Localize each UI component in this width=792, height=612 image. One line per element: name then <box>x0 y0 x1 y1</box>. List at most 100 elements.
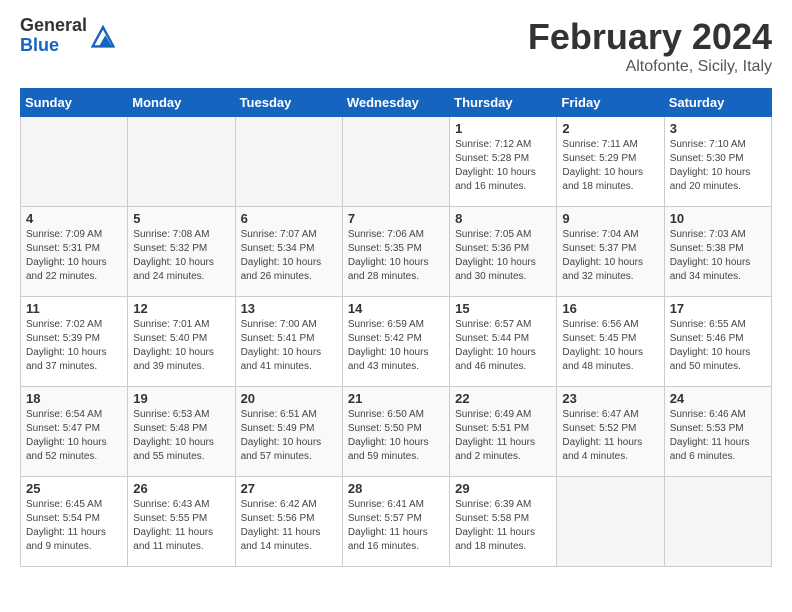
calendar-cell: 6Sunrise: 7:07 AM Sunset: 5:34 PM Daylig… <box>235 207 342 297</box>
day-info: Sunrise: 7:05 AM Sunset: 5:36 PM Dayligh… <box>455 228 551 284</box>
calendar-cell: 1 Sunrise: 7:12 AM Sunset: 5:28 PM Daylig… <box>450 117 557 207</box>
col-header-friday: Friday <box>557 89 664 117</box>
day-info: Sunrise: 6:56 AM Sunset: 5:45 PM Dayligh… <box>562 318 658 374</box>
day-info: Sunrise: 7:10 AM Sunset: 5:30 PM Dayligh… <box>670 138 766 194</box>
day-number: 1 <box>455 121 551 136</box>
day-info: Sunrise: 6:41 AM Sunset: 5:57 PM Dayligh… <box>348 498 444 554</box>
calendar-cell: 11 Sunrise: 7:02 AM Sunset: 5:39 PM Dayli… <box>21 297 128 387</box>
calendar-cell: 20 Sunrise: 6:51 AM Sunset: 5:49 PM Dayli… <box>235 387 342 477</box>
day-info: Sunrise: 6:53 AM Sunset: 5:48 PM Dayligh… <box>133 408 229 464</box>
calendar-cell: 5 Sunrise: 7:08 AM Sunset: 5:32 PM Daylig… <box>128 207 235 297</box>
logo-line1: General <box>20 16 87 36</box>
day-number: 12 <box>133 301 229 316</box>
day-number: 7 <box>348 211 444 226</box>
calendar-cell: 19 Sunrise: 6:53 AM Sunset: 5:48 PM Dayli… <box>128 387 235 477</box>
day-number: 25 <box>26 481 122 496</box>
day-info: Sunrise: 7:01 AM Sunset: 5:40 PM Dayligh… <box>133 318 229 374</box>
day-info: Sunrise: 7:08 AM Sunset: 5:32 PM Dayligh… <box>133 228 229 284</box>
day-info: Sunrise: 6:50 AM Sunset: 5:50 PM Dayligh… <box>348 408 444 464</box>
calendar-cell: 22 Sunrise: 6:49 AM Sunset: 5:51 PM Dayli… <box>450 387 557 477</box>
logo: General Blue <box>20 16 115 56</box>
day-number: 21 <box>348 391 444 406</box>
week-row-5: 25 Sunrise: 6:45 AM Sunset: 5:54 PM Dayli… <box>21 477 772 567</box>
day-number: 19 <box>133 391 229 406</box>
week-row-4: 18 Sunrise: 6:54 AM Sunset: 5:47 PM Dayli… <box>21 387 772 477</box>
logo-icon <box>91 24 115 48</box>
day-info: Sunrise: 7:00 AM Sunset: 5:41 PM Dayligh… <box>241 318 337 374</box>
month-title: February 2024 <box>528 16 772 58</box>
week-row-1: 1 Sunrise: 7:12 AM Sunset: 5:28 PM Daylig… <box>21 117 772 207</box>
calendar-cell: 2Sunrise: 7:11 AM Sunset: 5:29 PM Daylig… <box>557 117 664 207</box>
calendar-cell: 26Sunrise: 6:43 AM Sunset: 5:55 PM Dayli… <box>128 477 235 567</box>
calendar-cell <box>21 117 128 207</box>
calendar-cell <box>128 117 235 207</box>
day-info: Sunrise: 6:46 AM Sunset: 5:53 PM Dayligh… <box>670 408 766 464</box>
day-info: Sunrise: 6:57 AM Sunset: 5:44 PM Dayligh… <box>455 318 551 374</box>
day-info: Sunrise: 6:54 AM Sunset: 5:47 PM Dayligh… <box>26 408 122 464</box>
calendar-cell: 18 Sunrise: 6:54 AM Sunset: 5:47 PM Dayli… <box>21 387 128 477</box>
day-number: 27 <box>241 481 337 496</box>
day-info: Sunrise: 6:45 AM Sunset: 5:54 PM Dayligh… <box>26 498 122 554</box>
col-header-wednesday: Wednesday <box>342 89 449 117</box>
calendar-cell: 28 Sunrise: 6:41 AM Sunset: 5:57 PM Dayli… <box>342 477 449 567</box>
calendar-cell: 8 Sunrise: 7:05 AM Sunset: 5:36 PM Daylig… <box>450 207 557 297</box>
day-number: 20 <box>241 391 337 406</box>
day-info: Sunrise: 6:47 AM Sunset: 5:52 PM Dayligh… <box>562 408 658 464</box>
logo-text: General Blue <box>20 16 87 56</box>
day-number: 17 <box>670 301 766 316</box>
calendar-cell: 16 Sunrise: 6:56 AM Sunset: 5:45 PM Dayli… <box>557 297 664 387</box>
day-number: 14 <box>348 301 444 316</box>
calendar-cell: 9Sunrise: 7:04 AM Sunset: 5:37 PM Daylig… <box>557 207 664 297</box>
calendar-cell: 4Sunrise: 7:09 AM Sunset: 5:31 PM Daylig… <box>21 207 128 297</box>
calendar-cell: 23Sunrise: 6:47 AM Sunset: 5:52 PM Dayli… <box>557 387 664 477</box>
col-header-thursday: Thursday <box>450 89 557 117</box>
day-info: Sunrise: 7:06 AM Sunset: 5:35 PM Dayligh… <box>348 228 444 284</box>
calendar-cell: 24 Sunrise: 6:46 AM Sunset: 5:53 PM Dayli… <box>664 387 771 477</box>
day-info: Sunrise: 7:04 AM Sunset: 5:37 PM Dayligh… <box>562 228 658 284</box>
week-row-3: 11 Sunrise: 7:02 AM Sunset: 5:39 PM Dayli… <box>21 297 772 387</box>
calendar-cell: 12 Sunrise: 7:01 AM Sunset: 5:40 PM Dayli… <box>128 297 235 387</box>
day-info: Sunrise: 6:42 AM Sunset: 5:56 PM Dayligh… <box>241 498 337 554</box>
day-info: Sunrise: 6:43 AM Sunset: 5:55 PM Dayligh… <box>133 498 229 554</box>
day-number: 2 <box>562 121 658 136</box>
calendar-cell: 29Sunrise: 6:39 AM Sunset: 5:58 PM Dayli… <box>450 477 557 567</box>
day-number: 16 <box>562 301 658 316</box>
day-info: Sunrise: 7:02 AM Sunset: 5:39 PM Dayligh… <box>26 318 122 374</box>
day-info: Sunrise: 7:03 AM Sunset: 5:38 PM Dayligh… <box>670 228 766 284</box>
day-info: Sunrise: 6:55 AM Sunset: 5:46 PM Dayligh… <box>670 318 766 374</box>
calendar-cell <box>235 117 342 207</box>
calendar-cell: 10 Sunrise: 7:03 AM Sunset: 5:38 PM Dayli… <box>664 207 771 297</box>
day-info: Sunrise: 6:39 AM Sunset: 5:58 PM Dayligh… <box>455 498 551 554</box>
page-container: General Blue February 2024 Altofonte, Si… <box>0 0 792 583</box>
logo-line2: Blue <box>20 36 87 56</box>
day-info: Sunrise: 7:07 AM Sunset: 5:34 PM Dayligh… <box>241 228 337 284</box>
calendar-cell: 14 Sunrise: 6:59 AM Sunset: 5:42 PM Dayli… <box>342 297 449 387</box>
col-header-sunday: Sunday <box>21 89 128 117</box>
location: Altofonte, Sicily, Italy <box>528 58 772 76</box>
day-number: 8 <box>455 211 551 226</box>
calendar-cell: 3Sunrise: 7:10 AM Sunset: 5:30 PM Daylig… <box>664 117 771 207</box>
day-info: Sunrise: 7:09 AM Sunset: 5:31 PM Dayligh… <box>26 228 122 284</box>
calendar-table: SundayMondayTuesdayWednesdayThursdayFrid… <box>20 88 772 567</box>
day-number: 28 <box>348 481 444 496</box>
col-header-saturday: Saturday <box>664 89 771 117</box>
day-number: 5 <box>133 211 229 226</box>
calendar-cell <box>557 477 664 567</box>
day-number: 11 <box>26 301 122 316</box>
day-info: Sunrise: 7:12 AM Sunset: 5:28 PM Dayligh… <box>455 138 551 194</box>
day-number: 10 <box>670 211 766 226</box>
day-info: Sunrise: 6:51 AM Sunset: 5:49 PM Dayligh… <box>241 408 337 464</box>
day-info: Sunrise: 6:59 AM Sunset: 5:42 PM Dayligh… <box>348 318 444 374</box>
calendar-cell: 21 Sunrise: 6:50 AM Sunset: 5:50 PM Dayli… <box>342 387 449 477</box>
day-info: Sunrise: 6:49 AM Sunset: 5:51 PM Dayligh… <box>455 408 551 464</box>
day-number: 13 <box>241 301 337 316</box>
calendar-cell: 7 Sunrise: 7:06 AM Sunset: 5:35 PM Daylig… <box>342 207 449 297</box>
day-number: 18 <box>26 391 122 406</box>
day-number: 24 <box>670 391 766 406</box>
calendar-cell: 25 Sunrise: 6:45 AM Sunset: 5:54 PM Dayli… <box>21 477 128 567</box>
header: General Blue February 2024 Altofonte, Si… <box>20 16 772 76</box>
header-row: SundayMondayTuesdayWednesdayThursdayFrid… <box>21 89 772 117</box>
calendar-cell <box>342 117 449 207</box>
day-number: 22 <box>455 391 551 406</box>
calendar-cell: 13 Sunrise: 7:00 AM Sunset: 5:41 PM Dayli… <box>235 297 342 387</box>
